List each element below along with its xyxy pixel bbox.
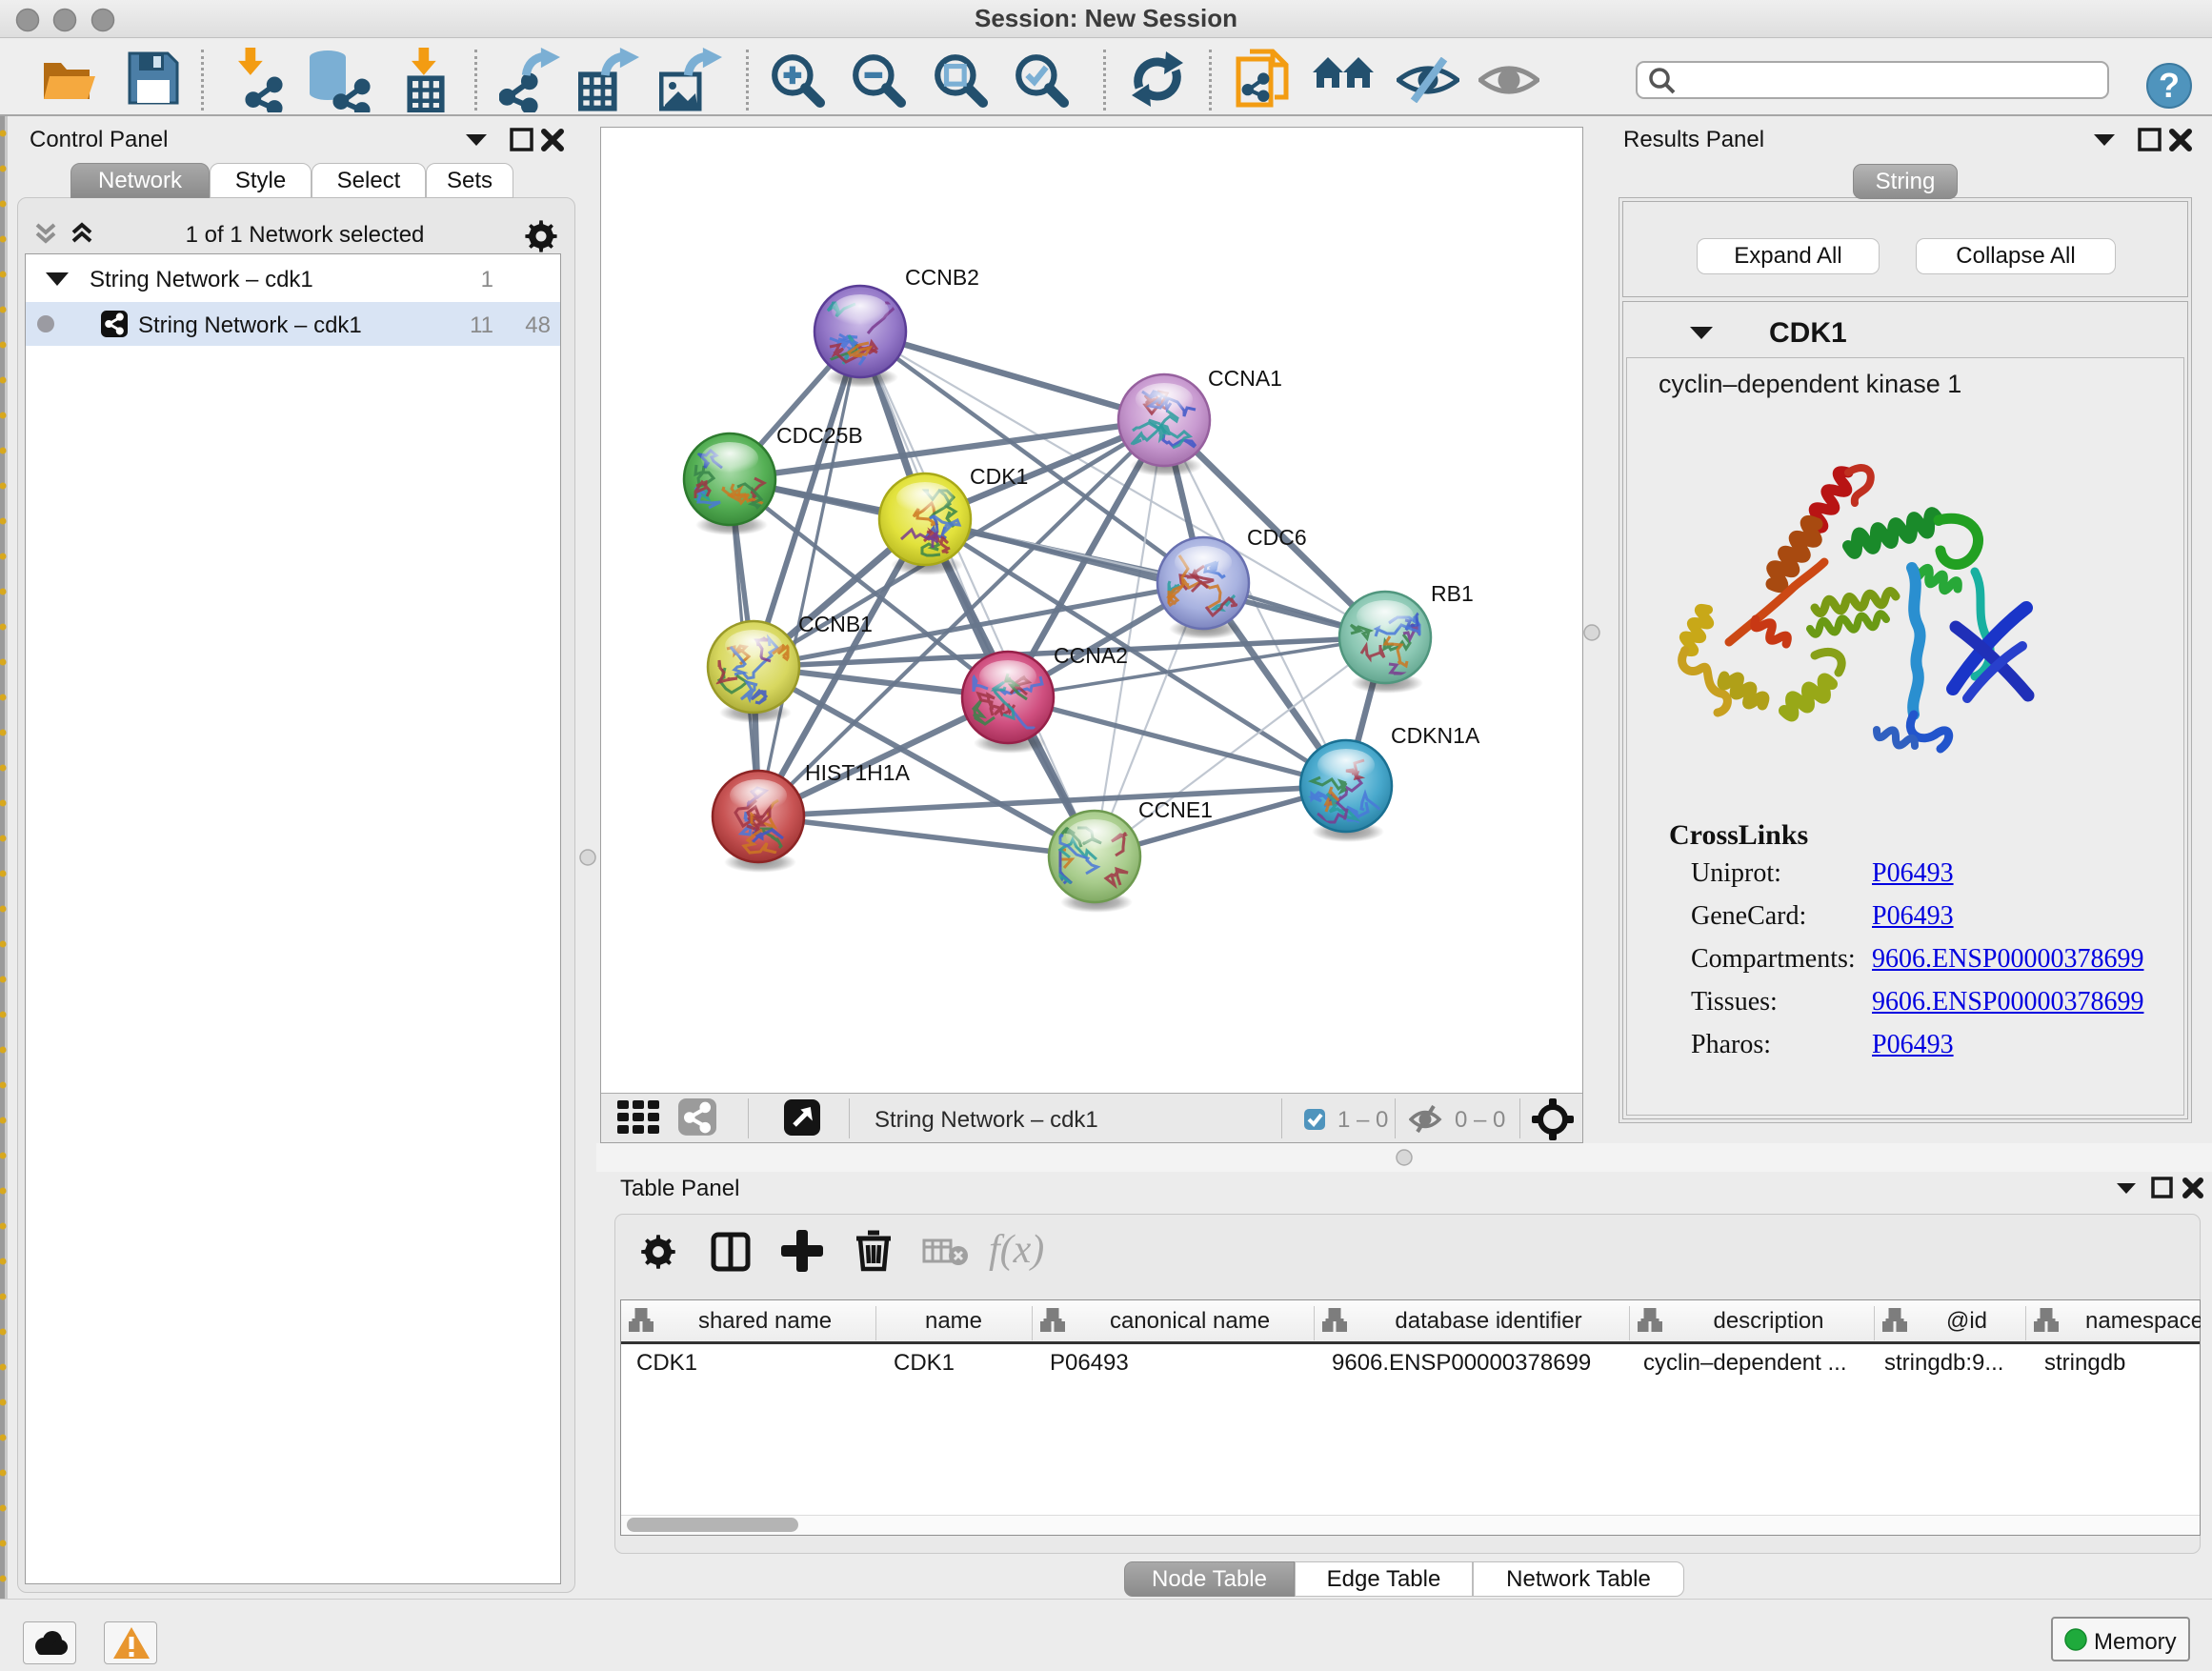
svg-text:CCNA2: CCNA2 xyxy=(1054,643,1128,668)
svg-text:CCNA1: CCNA1 xyxy=(1208,366,1282,391)
svg-text:?: ? xyxy=(2159,66,2180,105)
svg-text:HIST1H1A: HIST1H1A xyxy=(805,760,911,785)
svg-text:CDC6: CDC6 xyxy=(1247,525,1307,550)
svg-text:CDC25B: CDC25B xyxy=(776,423,863,448)
svg-text:CDKN1A: CDKN1A xyxy=(1391,723,1480,748)
svg-text:RB1: RB1 xyxy=(1431,581,1474,606)
svg-text:CCNB2: CCNB2 xyxy=(905,265,979,290)
svg-text:CCNB1: CCNB1 xyxy=(798,612,873,636)
svg-text:CDK1: CDK1 xyxy=(970,464,1028,489)
svg-text:CCNE1: CCNE1 xyxy=(1138,797,1213,822)
